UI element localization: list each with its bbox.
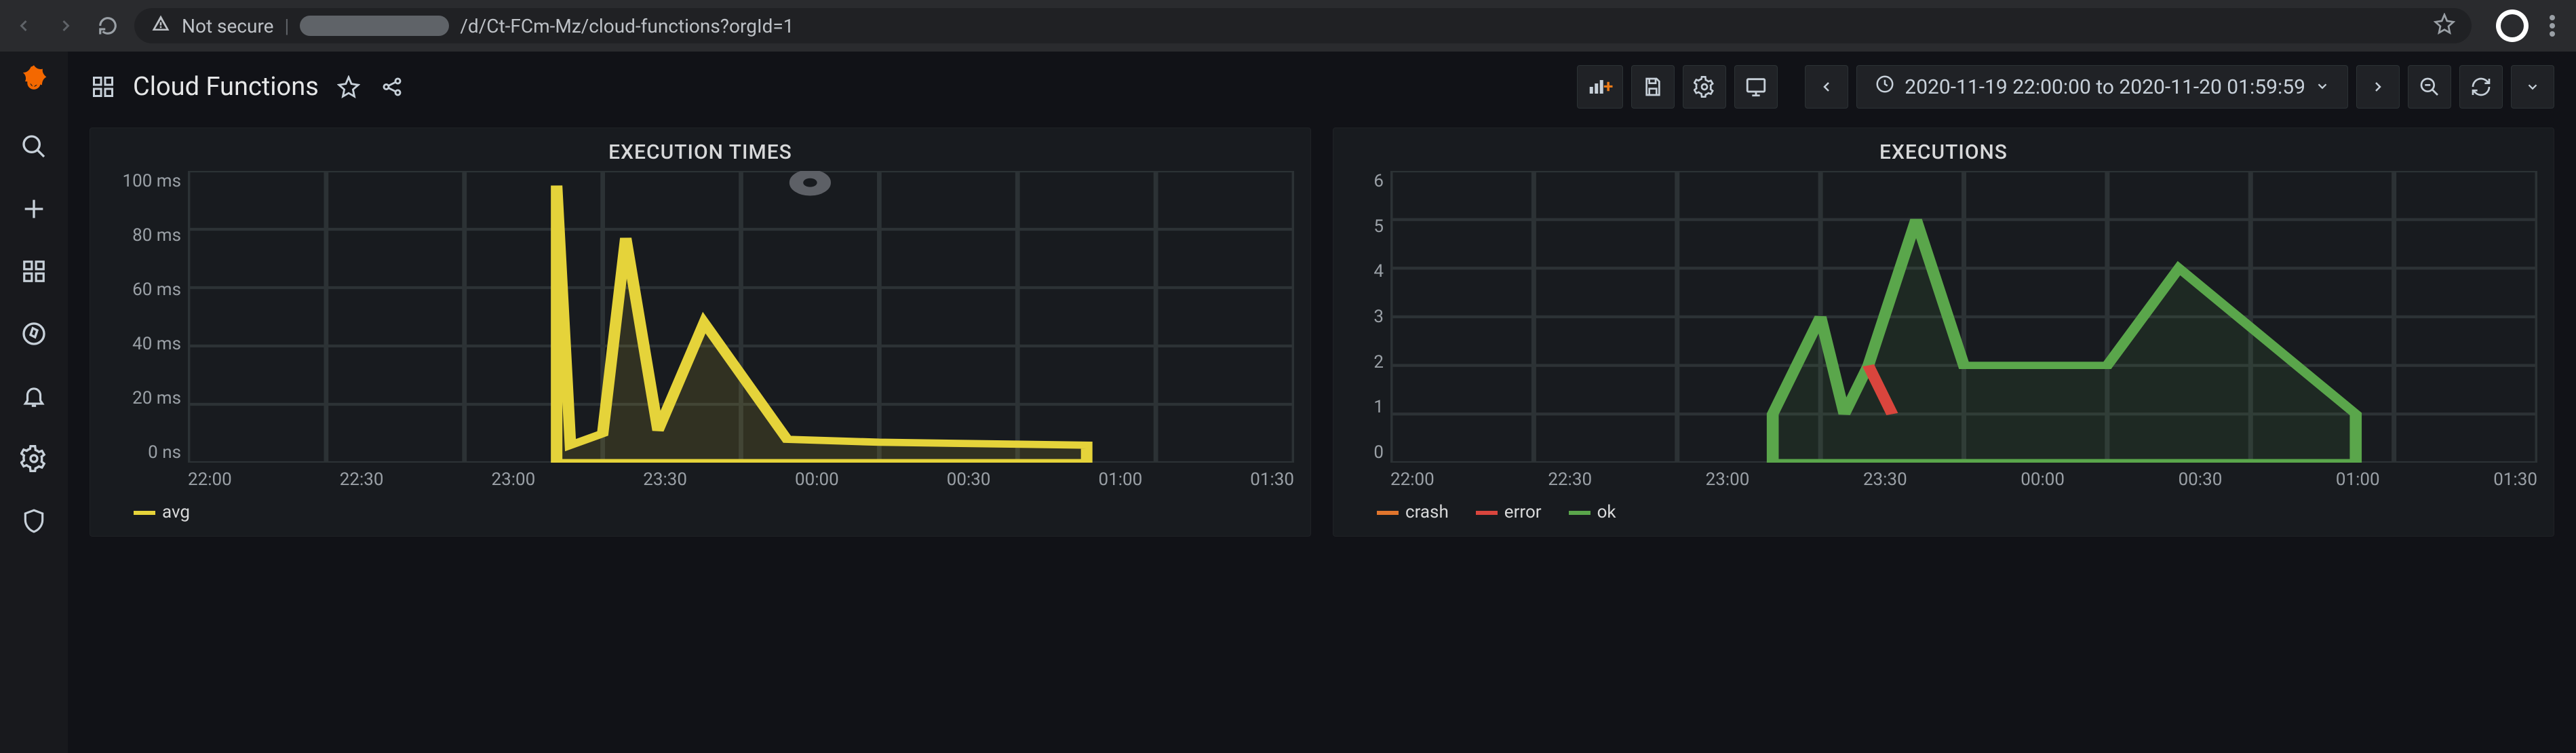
search-icon[interactable] [19, 132, 49, 161]
y-axis: 6 5 4 3 2 1 0 [1350, 171, 1390, 463]
chevron-down-icon [2315, 75, 2330, 99]
app: Cloud Functions + 2020-11-19 22:00:00 to… [0, 52, 2576, 753]
content: Cloud Functions + 2020-11-19 22:00:00 to… [68, 52, 2576, 753]
forward-icon[interactable] [53, 13, 79, 39]
back-icon[interactable] [11, 13, 37, 39]
panel-row: EXECUTION TIMES 100 ms 80 ms 60 ms 40 ms… [90, 128, 2554, 537]
url-bar[interactable]: Not secure | /d/Ct-FCm-Mz/cloud-function… [134, 8, 2472, 43]
legend: avg [106, 502, 1294, 522]
x-axis: 22:00 22:30 23:00 23:30 00:00 00:30 01:0… [1350, 469, 2537, 490]
explore-icon[interactable] [19, 319, 49, 349]
save-button[interactable] [1631, 65, 1675, 109]
plot-area [188, 171, 1294, 463]
kebab-menu-icon[interactable] [2539, 13, 2565, 39]
not-secure-icon [151, 14, 171, 39]
settings-button[interactable] [1683, 65, 1726, 109]
time-next-button[interactable] [2356, 65, 2400, 109]
browser-right [2496, 9, 2565, 42]
plot-area [1390, 171, 2537, 463]
legend-item-crash[interactable]: crash [1377, 502, 1449, 522]
clock-icon [1875, 74, 1895, 100]
browser-nav [11, 13, 121, 39]
url-host-redacted [300, 16, 449, 36]
legend: crash error ok [1350, 502, 2537, 522]
time-range-label: 2020-11-19 22:00:00 to 2020-11-20 01:59:… [1905, 75, 2305, 99]
left-nav [0, 52, 68, 753]
dashboards-breadcrumb-icon[interactable] [90, 73, 117, 100]
panel-title: EXECUTION TIMES [106, 140, 1294, 164]
grafana-logo-icon[interactable] [16, 64, 52, 99]
reload-icon[interactable] [95, 13, 121, 39]
share-icon[interactable] [378, 73, 406, 100]
dashboard-toolbar: Cloud Functions + 2020-11-19 22:00:00 to… [90, 57, 2554, 117]
refresh-button[interactable] [2459, 65, 2503, 109]
panel-executions[interactable]: EXECUTIONS 6 5 4 3 2 1 0 [1333, 128, 2554, 537]
panel-title: EXECUTIONS [1350, 140, 2537, 164]
time-prev-button[interactable] [1805, 65, 1848, 109]
browser-chrome: Not secure | /d/Ct-FCm-Mz/cloud-function… [0, 0, 2576, 52]
legend-item-error[interactable]: error [1476, 502, 1542, 522]
x-axis: 22:00 22:30 23:00 23:30 00:00 00:30 01:0… [106, 469, 1294, 490]
alerting-icon[interactable] [19, 381, 49, 411]
url-path: /d/Ct-FCm-Mz/cloud-functions?orgId=1 [460, 15, 794, 37]
bookmark-star-icon[interactable] [2434, 13, 2455, 39]
tv-mode-button[interactable] [1734, 65, 1778, 109]
legend-item-avg[interactable]: avg [134, 502, 190, 522]
page-title[interactable]: Cloud Functions [133, 72, 319, 102]
panel-execution-times[interactable]: EXECUTION TIMES 100 ms 80 ms 60 ms 40 ms… [90, 128, 1311, 537]
y-axis: 100 ms 80 ms 60 ms 40 ms 20 ms 0 ns [106, 171, 188, 463]
zoom-out-button[interactable] [2408, 65, 2451, 109]
favorite-star-icon[interactable] [335, 73, 362, 100]
gear-icon[interactable] [19, 444, 49, 474]
refresh-interval-button[interactable] [2511, 65, 2554, 109]
not-secure-label: Not secure [182, 15, 274, 37]
add-panel-button[interactable]: + [1577, 65, 1623, 109]
shield-icon[interactable] [19, 506, 49, 536]
time-range-button[interactable]: 2020-11-19 22:00:00 to 2020-11-20 01:59:… [1856, 65, 2348, 109]
plus-icon[interactable] [19, 194, 49, 224]
legend-item-ok[interactable]: ok [1569, 502, 1616, 522]
profile-avatar-icon[interactable] [2496, 9, 2529, 42]
dashboards-icon[interactable] [19, 256, 49, 286]
